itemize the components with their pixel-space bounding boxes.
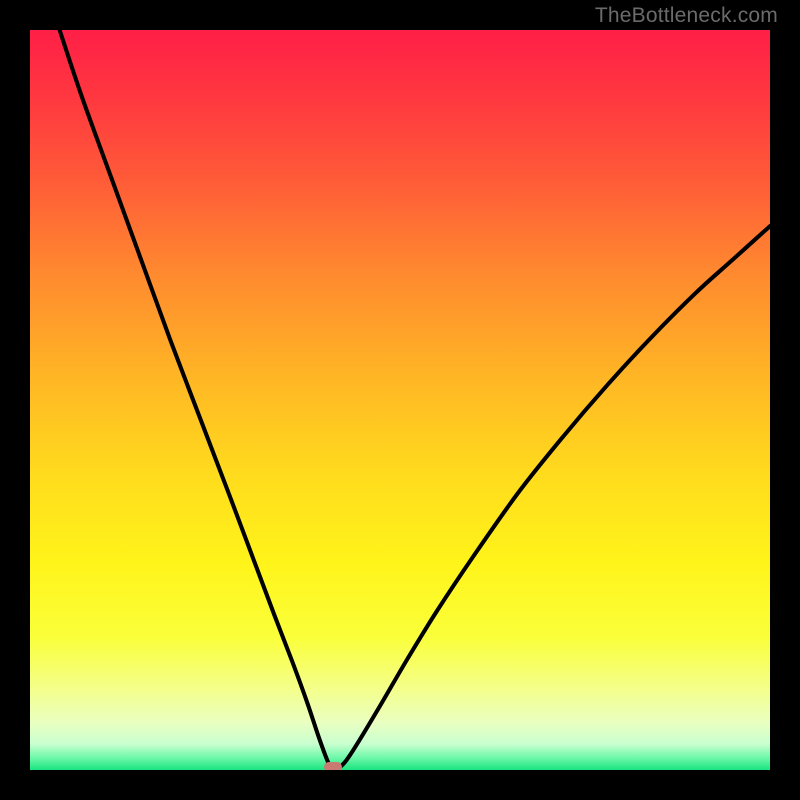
watermark-text: TheBottleneck.com xyxy=(595,4,778,28)
minimum-marker xyxy=(324,762,342,770)
plot-area xyxy=(30,30,770,770)
background-gradient xyxy=(30,30,770,770)
chart-frame: TheBottleneck.com xyxy=(0,0,800,800)
